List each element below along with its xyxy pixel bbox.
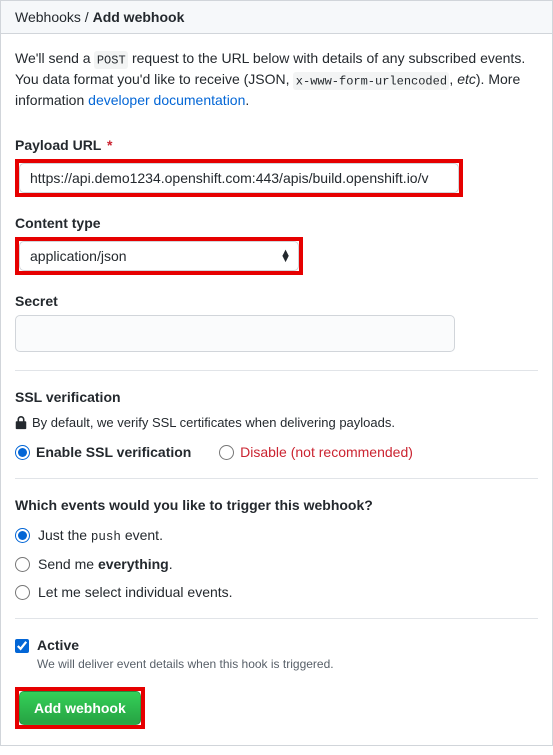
- intro-etc: etc: [457, 71, 476, 87]
- ssl-default-label: By default, we verify SSL certificates w…: [32, 415, 395, 430]
- submit-highlight: Add webhook: [15, 687, 145, 729]
- event-option-push: Just the push event.: [15, 527, 538, 544]
- payload-url-input[interactable]: [19, 163, 459, 193]
- page-header: Webhooks / Add webhook: [1, 0, 552, 34]
- breadcrumb-current: Add webhook: [93, 9, 185, 25]
- label-bold: everything: [98, 556, 169, 572]
- ssl-radio-group: Enable SSL verification Disable (not rec…: [15, 444, 538, 460]
- event-individual-radio[interactable]: [15, 585, 30, 600]
- add-webhook-button[interactable]: Add webhook: [19, 691, 141, 725]
- event-push-label[interactable]: Just the push event.: [38, 527, 163, 544]
- content-type-highlight: application/json ▲▼: [15, 237, 303, 275]
- developer-docs-link[interactable]: developer documentation: [88, 92, 245, 108]
- secret-field: Secret: [15, 293, 538, 352]
- payload-url-field: Payload URL *: [15, 137, 538, 197]
- intro-code-form: x-www-form-urlencoded: [293, 72, 449, 91]
- secret-input[interactable]: [15, 315, 455, 352]
- label-part: .: [169, 556, 173, 572]
- event-option-everything: Send me everything.: [15, 556, 538, 572]
- payload-url-highlight: [15, 159, 463, 197]
- events-section-title: Which events would you like to trigger t…: [15, 497, 538, 513]
- lock-icon: [15, 416, 27, 430]
- content-type-select-wrap: application/json ▲▼: [19, 241, 299, 271]
- ssl-disable-radio[interactable]: [219, 445, 234, 460]
- ssl-enable-radio[interactable]: [15, 445, 30, 460]
- separator: [15, 618, 538, 619]
- secret-label: Secret: [15, 293, 538, 309]
- active-description: We will deliver event details when this …: [37, 657, 538, 671]
- intro-part: We'll send a: [15, 50, 94, 66]
- ssl-section-title: SSL verification: [15, 389, 538, 405]
- form-content: We'll send a POST request to the URL bel…: [1, 34, 552, 745]
- breadcrumb-root-link[interactable]: Webhooks: [15, 9, 81, 25]
- required-asterisk: *: [107, 137, 112, 153]
- event-everything-radio[interactable]: [15, 557, 30, 572]
- separator: [15, 478, 538, 479]
- push-code: push: [91, 530, 121, 544]
- event-push-radio[interactable]: [15, 528, 30, 543]
- event-individual-label[interactable]: Let me select individual events.: [38, 584, 233, 600]
- label-text: Payload URL: [15, 137, 101, 153]
- intro-text: We'll send a POST request to the URL bel…: [15, 48, 538, 111]
- active-label[interactable]: Active: [37, 637, 79, 653]
- ssl-disable-label: Disable (not recommended): [240, 444, 413, 460]
- event-everything-label[interactable]: Send me everything.: [38, 556, 173, 572]
- content-type-field: Content type application/json ▲▼: [15, 215, 538, 275]
- active-row: Active: [15, 637, 538, 653]
- ssl-enable-label: Enable SSL verification: [36, 444, 191, 460]
- separator: [15, 370, 538, 371]
- label-part: Just the: [38, 527, 91, 543]
- label-part: Send me: [38, 556, 98, 572]
- ssl-disable-option[interactable]: Disable (not recommended): [219, 444, 413, 460]
- content-type-select[interactable]: application/json: [19, 241, 299, 271]
- payload-url-label: Payload URL *: [15, 137, 538, 153]
- content-type-label: Content type: [15, 215, 538, 231]
- webhook-form-page: Webhooks / Add webhook We'll send a POST…: [0, 0, 553, 746]
- event-option-individual: Let me select individual events.: [15, 584, 538, 600]
- intro-code-post: POST: [94, 51, 128, 70]
- intro-part: .: [245, 92, 249, 108]
- breadcrumb-separator: /: [85, 9, 93, 25]
- ssl-default-text: By default, we verify SSL certificates w…: [15, 415, 538, 430]
- active-checkbox[interactable]: [15, 639, 29, 653]
- ssl-enable-option[interactable]: Enable SSL verification: [15, 444, 191, 460]
- label-part: event.: [121, 527, 163, 543]
